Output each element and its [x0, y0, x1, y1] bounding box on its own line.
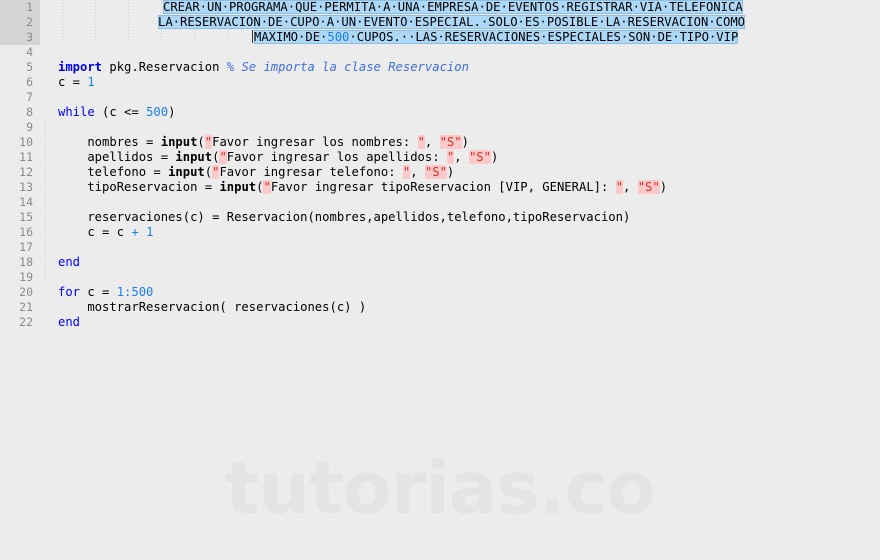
line-number: 2: [26, 15, 33, 29]
selected-comment-text: LA·RESERVACION·DE·CUPO·A·UN·EVENTO·ESPEC…: [158, 15, 745, 29]
var-assign: tipoReservacion =: [58, 180, 220, 194]
number-literal: 500: [146, 105, 169, 119]
string-format-s: "S": [439, 135, 462, 149]
line-number: 20: [19, 285, 33, 299]
comma: ,: [454, 150, 469, 164]
line-number: 4: [26, 45, 33, 59]
line-number: 5: [26, 60, 33, 74]
code-line-1[interactable]: CREAR·UN·PROGRAMA·QUE·PERMITA·A·UNA·EMPR…: [163, 0, 743, 15]
code-line-6[interactable]: c = 1: [58, 75, 95, 90]
code-line-22[interactable]: end: [58, 315, 80, 330]
assign-expr: c =: [58, 75, 88, 89]
string-format-s: "S": [468, 150, 491, 164]
line-number: 17: [19, 240, 33, 254]
code-line-3[interactable]: MAXIMO·DE·500·CUPOS.··LAS·RESERVACIONES·…: [252, 30, 739, 45]
prompt-text: Favor ingresar tipoReservacion [VIP, GEN…: [270, 180, 616, 194]
var-assign: telefono =: [58, 165, 169, 179]
var-assign: apellidos =: [58, 150, 176, 164]
paren-close: ): [446, 165, 455, 179]
line-number: 14: [19, 195, 33, 209]
function-input: input: [175, 150, 213, 164]
line-number: 8: [26, 105, 33, 119]
line-number: 13: [19, 180, 33, 194]
line-number: 3: [26, 30, 33, 44]
function-input: input: [219, 180, 257, 194]
paren-open: (: [204, 165, 213, 179]
code-line-2[interactable]: LA·RESERVACION·DE·CUPO·A·UN·EVENTO·ESPEC…: [158, 15, 745, 30]
comment-number: 500: [327, 30, 350, 44]
keyword-for: for: [58, 285, 81, 299]
selected-comment-text: MAXIMO·DE·500·CUPOS.··LAS·RESERVACIONES·…: [254, 30, 739, 44]
code-line-8[interactable]: while (c <= 500): [58, 105, 175, 120]
line-number: 19: [19, 270, 33, 284]
constructor-call: reservaciones(c) = Reservacion(nombres,a…: [58, 210, 631, 224]
line-number: 10: [19, 135, 33, 149]
comma: ,: [410, 165, 425, 179]
code-content-area[interactable]: CREAR·UN·PROGRAMA·QUE·PERMITA·A·UNA·EMPR…: [40, 0, 880, 560]
function-input: input: [168, 165, 205, 179]
line-number: 6: [26, 75, 33, 89]
string-format-s: "S": [424, 165, 447, 179]
text-caret: [252, 30, 253, 43]
line-number: 7: [26, 90, 33, 104]
inline-comment: % Se importa la clase Reservacion: [226, 60, 469, 74]
line-number: 1: [26, 0, 33, 14]
string-quote-close: ": [417, 135, 425, 149]
comma: ,: [623, 180, 638, 194]
line-number: 18: [19, 255, 33, 269]
number-literal: 1: [146, 225, 154, 239]
code-line-10[interactable]: nombres = input("Favor ingresar los nomb…: [58, 135, 469, 150]
code-editor[interactable]: tutorias.co 1 2 3 4 5 6 7 8 9 10 11 12 1…: [0, 0, 880, 560]
line-number: 22: [19, 315, 33, 329]
string-quote-open: ": [263, 180, 271, 194]
for-assign: c =: [80, 285, 117, 299]
import-target: pkg.Reservacion: [102, 60, 227, 74]
keyword-end: end: [58, 255, 81, 269]
line-number: 15: [19, 210, 33, 224]
code-line-5[interactable]: import pkg.Reservacion % Se importa la c…: [58, 60, 469, 75]
line-number: 9: [26, 120, 33, 134]
line-number: 16: [19, 225, 33, 239]
var-assign: nombres =: [58, 135, 161, 149]
prompt-text: Favor ingresar los apellidos:: [226, 150, 447, 164]
function-call: mostrarReservacion( reservaciones(c) ): [58, 300, 367, 314]
paren-open: (: [197, 135, 205, 149]
while-cond-a: (c <=: [94, 105, 147, 119]
range-literal: 1:500: [116, 285, 154, 299]
string-quote-open: ": [219, 150, 227, 164]
comment-part-a: MAXIMO·DE·: [254, 30, 328, 44]
line-number-gutter[interactable]: 1 2 3 4 5 6 7 8 9 10 11 12 13 14 15 16 1…: [0, 0, 40, 560]
line-number: 12: [19, 165, 33, 179]
counter-assign: c = c: [58, 225, 132, 239]
code-line-12[interactable]: telefono = input("Favor ingresar telefon…: [58, 165, 454, 180]
paren-close: ): [659, 180, 668, 194]
comma: ,: [424, 135, 440, 149]
code-line-15[interactable]: reservaciones(c) = Reservacion(nombres,a…: [58, 210, 630, 225]
keyword-while: while: [58, 105, 95, 119]
string-format-s: "S": [637, 180, 660, 194]
code-line-20[interactable]: for c = 1:500: [58, 285, 153, 300]
keyword-end: end: [58, 315, 81, 329]
paren-close: ): [461, 135, 469, 149]
code-line-18[interactable]: end: [58, 255, 80, 270]
paren-close: ): [490, 150, 499, 164]
selected-comment-text: CREAR·UN·PROGRAMA·QUE·PERMITA·A·UNA·EMPR…: [163, 0, 743, 14]
string-quote-open: ": [204, 135, 213, 149]
string-quote-close: ": [615, 180, 624, 194]
line-number: 11: [19, 150, 33, 164]
code-line-11[interactable]: apellidos = input("Favor ingresar los ap…: [58, 150, 498, 165]
prompt-text: Favor ingresar los nombres:: [212, 135, 418, 149]
function-input: input: [160, 135, 198, 149]
code-line-13[interactable]: tipoReservacion = input("Favor ingresar …: [58, 180, 667, 195]
number-literal: 1: [87, 75, 95, 89]
line-number: 21: [19, 300, 33, 314]
operator-plus: +: [131, 225, 139, 239]
keyword-import: import: [58, 60, 103, 74]
prompt-text: Favor ingresar telefono:: [219, 165, 403, 179]
comment-part-b: ·CUPOS.··LAS·RESERVACIONES·ESPECIALES·SO…: [349, 30, 739, 44]
code-line-21[interactable]: mostrarReservacion( reservaciones(c) ): [58, 300, 366, 315]
code-line-16[interactable]: c = c + 1: [58, 225, 153, 240]
while-cond-b: ): [168, 105, 176, 119]
